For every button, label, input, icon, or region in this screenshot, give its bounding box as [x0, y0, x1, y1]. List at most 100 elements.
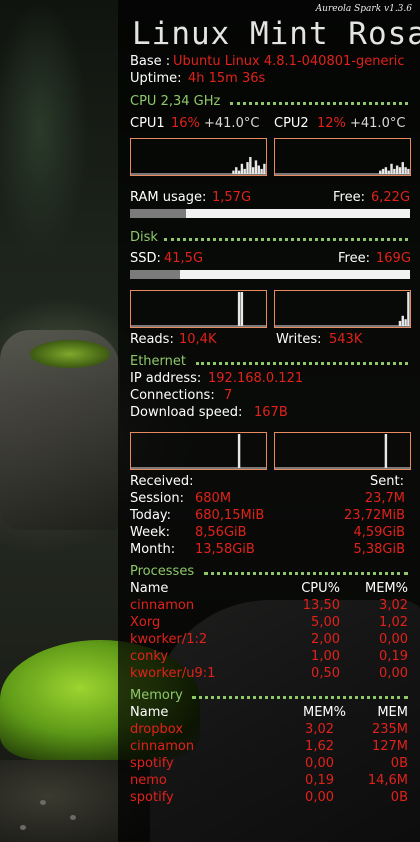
section-divider [192, 696, 408, 699]
memory-header: Memory [130, 688, 183, 703]
graph-sample [237, 170, 241, 174]
sent-label: Sent: [370, 474, 404, 489]
graph-sample [404, 167, 407, 174]
graph-sample [407, 168, 410, 174]
graph-sample [260, 168, 263, 174]
upload-graph-plot [275, 434, 410, 469]
graph-sample [398, 167, 402, 174]
upload-graph [274, 432, 411, 470]
cpu1-label: CPU1 [130, 116, 165, 131]
ram-usage-bar-fill [130, 209, 186, 218]
month-received: 13,58GiB [195, 542, 255, 557]
memory-col-pct: MEM% [303, 705, 346, 720]
widget-version: Aureola Spark v1.3.6 [315, 4, 412, 14]
reads-value: 10,4K [179, 332, 217, 347]
received-label: Received: [130, 474, 194, 489]
memory-process-pct: 0,19 [305, 773, 334, 788]
reads-label: Reads: [130, 332, 174, 347]
ssd-free: 169G [376, 251, 411, 266]
section-divider [164, 238, 408, 241]
process-cpu: 1,00 [311, 649, 340, 664]
section-divider [230, 102, 408, 105]
process-mem: 3,02 [379, 598, 408, 613]
graph-sample [246, 162, 249, 174]
week-received: 8,56GiB [195, 525, 247, 540]
process-name: kworker/u9:1 [130, 666, 216, 681]
download-graph [130, 432, 267, 470]
ssd-usage-bar-fill [130, 270, 181, 279]
ssd-label: SSD: [130, 251, 161, 266]
memory-col-name: Name [130, 705, 169, 720]
month-sent: 5,38GiB [353, 542, 405, 557]
connections-label: Connections: [130, 388, 215, 403]
today-received: 680,15MiB [195, 508, 265, 523]
graph-sample [263, 163, 266, 174]
cpu2-label: CPU2 [274, 116, 309, 131]
graph-sample [398, 320, 402, 326]
process-name: Xorg [130, 615, 161, 630]
wallpaper-moss-top [30, 340, 110, 368]
graph-sample [249, 157, 252, 174]
ethernet-header: Ethernet [130, 354, 186, 369]
graph-sample [237, 434, 241, 468]
memory-process-name: nemo [130, 773, 167, 788]
memory-process-name: dropbox [130, 722, 184, 737]
graph-sample [237, 292, 241, 326]
week-sent: 4,59GiB [353, 525, 405, 540]
ram-label: RAM usage: [130, 190, 207, 205]
memory-process-mem: 235M [371, 722, 408, 737]
graph-sample [240, 163, 244, 174]
disk-write-graph [274, 290, 411, 328]
process-mem: 0,19 [379, 649, 408, 664]
cpu2-graph-plot [275, 162, 410, 175]
wallpaper-leaf [40, 800, 46, 805]
memory-col-mem: MEM [377, 705, 408, 720]
processes-col-cpu: CPU% [301, 581, 340, 596]
section-divider [196, 362, 408, 365]
ssd-used: 41,5G [164, 251, 204, 266]
wallpaper-leaf [20, 825, 26, 830]
processes-col-mem: MEM% [365, 581, 408, 596]
today-sent: 23,72MiB [344, 508, 405, 523]
graph-sample [384, 434, 388, 468]
memory-process-name: spotify [130, 756, 174, 771]
download-graph-plot [131, 434, 266, 469]
ssd-usage-bar [130, 270, 410, 279]
session-label: Session: [130, 491, 184, 506]
section-divider [204, 572, 408, 575]
ssd-free-label: Free: [338, 251, 370, 266]
graph-sample [240, 292, 244, 326]
graph-sample [243, 168, 246, 174]
memory-process-mem: 0B [390, 790, 408, 805]
ram-used: 1,57G [212, 190, 252, 205]
graph-sample [381, 168, 385, 174]
cpu2-graph [274, 138, 411, 176]
memory-process-pct: 0,00 [305, 790, 334, 805]
cpu2-usage: 12% [317, 116, 346, 131]
process-cpu: 13,50 [302, 598, 340, 613]
graph-sample [401, 315, 404, 326]
disk-read-graph-plot [131, 292, 266, 327]
graph-sample [257, 165, 260, 174]
process-mem: 1,02 [379, 615, 408, 630]
process-name: conky [130, 649, 169, 664]
graph-sample [387, 170, 390, 174]
ram-free: 6,22G [371, 190, 411, 205]
cpu1-graph [130, 138, 267, 176]
memory-process-name: spotify [130, 790, 174, 805]
month-label: Month: [130, 542, 176, 557]
process-cpu: 0,50 [311, 666, 340, 681]
base-label: Base : [130, 54, 171, 69]
uptime-label: Uptime: [130, 71, 182, 86]
ip-label: IP address: [130, 371, 202, 386]
writes-value: 543K [329, 332, 363, 347]
graph-sample [232, 170, 235, 174]
processes-col-name: Name [130, 581, 169, 596]
disk-write-graph-plot [275, 292, 410, 327]
graph-sample [235, 167, 238, 174]
graph-sample [401, 162, 404, 174]
ram-free-label: Free: [333, 190, 365, 205]
cpu-header: CPU 2,34 GHz [130, 94, 221, 109]
graph-sample [395, 165, 399, 174]
memory-process-pct: 3,02 [305, 722, 334, 737]
